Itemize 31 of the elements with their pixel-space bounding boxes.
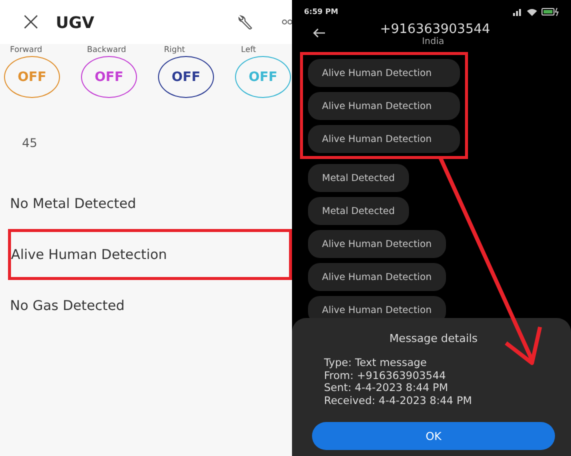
detail-line: Received: 4-4-2023 8:44 PM [324, 394, 473, 407]
contact-country: India [422, 37, 444, 47]
ok-button[interactable]: OK [312, 422, 555, 450]
message-bubble[interactable]: Alive Human Detection [308, 263, 446, 291]
control-label: Right [164, 45, 186, 54]
back-icon[interactable] [312, 28, 326, 38]
message-bubble[interactable]: Alive Human Detection [308, 92, 460, 120]
status-text: No Gas Detected [10, 298, 125, 314]
wrench-icon[interactable] [238, 14, 254, 30]
contact-number: +916363903544 [380, 22, 490, 37]
message-bubble[interactable]: Metal Detected [308, 197, 409, 225]
message-bubble[interactable]: Metal Detected [308, 164, 409, 192]
detail-line: Sent: 4-4-2023 8:44 PM [324, 382, 450, 394]
control-label: Forward [10, 45, 44, 54]
sensor-reading: 45 [22, 136, 38, 150]
message-bubble[interactable]: Alive Human Detection [308, 59, 460, 87]
detail-line: Type: Text message [324, 357, 428, 370]
toggle-button[interactable]: OFF [81, 56, 137, 98]
detail-line: From: +916363903544 [324, 370, 447, 382]
control-label: Left [241, 45, 258, 54]
status-text: No Metal Detected [10, 196, 136, 212]
status-icons [511, 6, 561, 16]
close-button[interactable]: × [20, 9, 42, 35]
status-text: Alive Human Detection [11, 246, 167, 262]
toggle-button[interactable]: OFF [158, 56, 214, 98]
message-bubble[interactable]: Alive Human Detection [308, 230, 446, 258]
app-title: UGV [56, 12, 96, 32]
control-label: Backward [87, 45, 128, 54]
message-bubble[interactable]: Alive Human Detection [308, 125, 460, 153]
dialog-title: Message details [389, 332, 478, 345]
more-icon[interactable] [282, 19, 292, 25]
